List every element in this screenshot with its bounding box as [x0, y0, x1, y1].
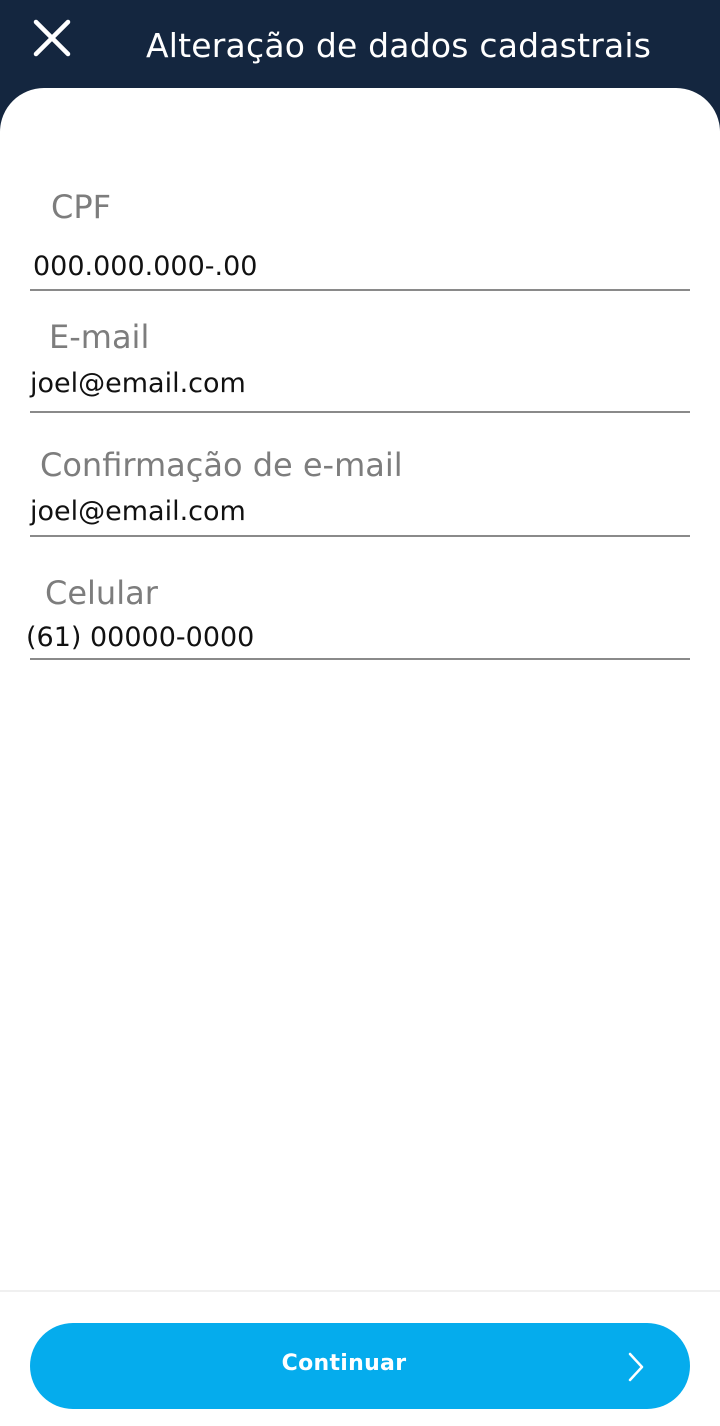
form-card: CPF 000.000.000-.00 E-mail joel@email.co…: [0, 88, 720, 1426]
chevron-right-icon: [628, 1352, 644, 1382]
continue-button[interactable]: Continuar: [30, 1323, 690, 1409]
email-confirm-underline: [30, 535, 690, 537]
cpf-field[interactable]: CPF 000.000.000-.00: [30, 188, 690, 294]
cpf-underline: [30, 289, 690, 291]
email-field[interactable]: E-mail joel@email.com: [30, 318, 690, 418]
cpf-label: CPF: [51, 188, 112, 226]
email-label: E-mail: [49, 318, 150, 356]
cpf-input[interactable]: 000.000.000-.00: [33, 251, 257, 282]
email-confirm-field[interactable]: Confirmação de e-mail joel@email.com: [30, 446, 690, 546]
email-input[interactable]: joel@email.com: [30, 368, 246, 399]
page-title: Alteração de dados cadastrais: [146, 26, 652, 65]
close-icon: [33, 19, 71, 57]
phone-input[interactable]: (61) 00000-0000: [26, 622, 254, 653]
email-confirm-input[interactable]: joel@email.com: [30, 496, 246, 527]
email-underline: [30, 411, 690, 413]
continue-button-label: Continuar: [281, 1351, 407, 1376]
screen: Alteração de dados cadastrais CPF 000.00…: [0, 0, 720, 1426]
close-button[interactable]: [26, 12, 78, 64]
footer-divider: [0, 1290, 720, 1292]
phone-label: Celular: [45, 574, 158, 612]
phone-field[interactable]: Celular (61) 00000-0000: [26, 574, 690, 674]
email-confirm-label: Confirmação de e-mail: [40, 446, 403, 484]
phone-underline: [30, 658, 690, 660]
